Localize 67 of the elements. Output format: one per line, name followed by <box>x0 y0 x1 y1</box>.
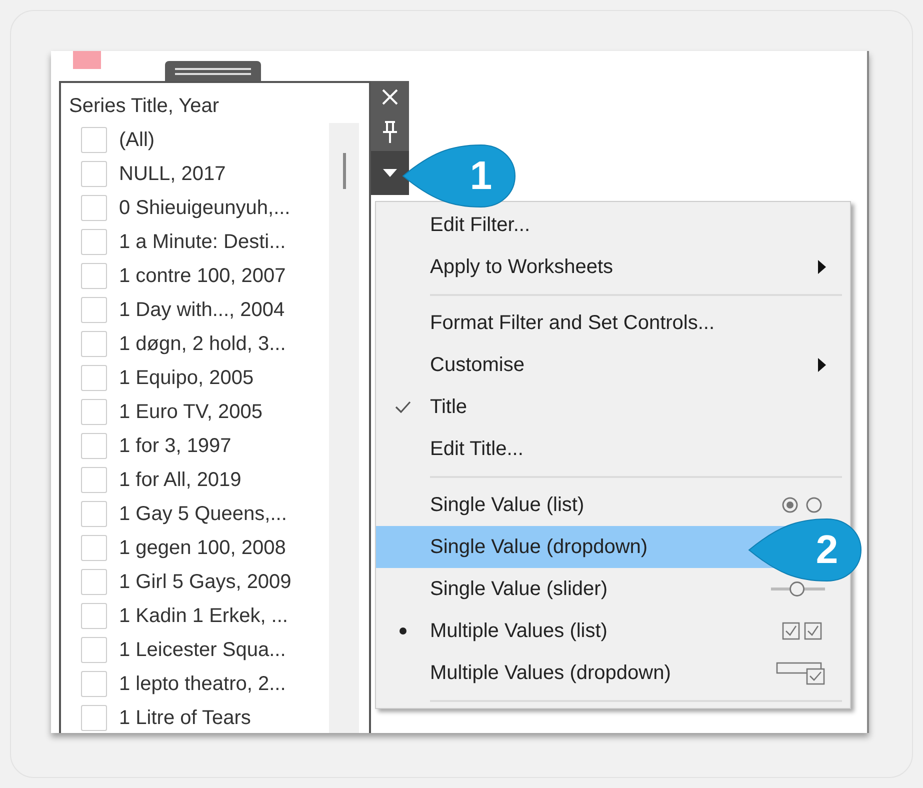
filter-option-label[interactable]: 1 Equipo, 2005 <box>119 363 254 393</box>
filter-option-label[interactable]: 1 lepto theatro, 2... <box>119 669 286 699</box>
filter-option-label[interactable]: 1 Leicester Squa... <box>119 635 286 665</box>
menu-item[interactable]: Edit Title... <box>376 428 850 470</box>
checkbox[interactable] <box>81 535 107 561</box>
checkbox[interactable] <box>81 705 107 731</box>
checkbox[interactable] <box>81 433 107 459</box>
checkbox[interactable] <box>81 501 107 527</box>
close-icon <box>380 87 400 107</box>
submenu-arrow-icon <box>818 260 826 274</box>
checkbox[interactable] <box>81 637 107 663</box>
menu-item-label: Apply to Worksheets <box>430 255 614 280</box>
menu-item-label: Title <box>430 395 468 420</box>
filter-option-label[interactable]: (All) <box>119 125 155 155</box>
checkbox[interactable] <box>81 365 107 391</box>
slider-icon <box>770 580 826 598</box>
menu-item-label: Multiple Values (dropdown) <box>430 661 672 686</box>
filter-option-label[interactable]: 1 for 3, 1997 <box>119 431 232 461</box>
pin-icon <box>381 120 399 144</box>
menu-item[interactable]: Customise <box>376 344 850 386</box>
checkbox[interactable] <box>81 671 107 697</box>
checkbox[interactable] <box>81 161 107 187</box>
menu-item-label: Single Value (dropdown) <box>430 535 649 560</box>
menu-item[interactable]: Apply to Worksheets <box>376 246 850 288</box>
checkbox[interactable] <box>81 127 107 153</box>
checkbox[interactable] <box>81 569 107 595</box>
checkbox[interactable] <box>81 229 107 255</box>
step-number-tooltip: 2 <box>747 517 863 583</box>
dropdown-checkbox-icon <box>776 661 826 685</box>
filter-option-label[interactable]: 1 for All, 2019 <box>119 465 242 495</box>
filter-option-label[interactable]: 1 Day with..., 2004 <box>119 295 285 325</box>
filter-option-label[interactable]: NULL, 2017 <box>119 159 226 189</box>
menu-item-label: Customise <box>430 353 526 378</box>
menu-item-label: Edit Filter... <box>430 213 532 238</box>
filter-option-label[interactable]: 1 Gay 5 Queens,... <box>119 499 287 529</box>
menu-item-label: Multiple Values (list) <box>430 619 608 644</box>
menu-item[interactable]: Format Filter and Set Controls... <box>376 302 850 344</box>
filter-option-label[interactable]: 1 Litre of Tears <box>119 703 251 733</box>
checkbox[interactable] <box>81 297 107 323</box>
filter-option-label[interactable]: 1 gegen 100, 2008 <box>119 533 286 563</box>
menu-item-label: Single Value (slider) <box>430 577 608 602</box>
checkbox[interactable] <box>81 263 107 289</box>
checkbox[interactable] <box>81 399 107 425</box>
menu-item[interactable]: Multiple Values (dropdown) <box>376 652 850 694</box>
checkbox[interactable] <box>81 467 107 493</box>
filter-option-label[interactable]: 0 Shieuigeunyuh,... <box>119 193 290 223</box>
filter-option-label[interactable]: 1 a Minute: Desti... <box>119 227 286 257</box>
filter-title: Series Title, Year <box>68 94 220 119</box>
menu-item[interactable]: Title <box>376 386 850 428</box>
caret-icon <box>383 169 397 177</box>
checkbox[interactable] <box>81 331 107 357</box>
filter-option-label[interactable]: 1 døgn, 2 hold, 3... <box>119 329 286 359</box>
menu-item-label: Format Filter and Set Controls... <box>430 311 716 336</box>
menu-item-label: Edit Title... <box>430 437 524 462</box>
filter-option-label[interactable]: 1 Euro TV, 2005 <box>119 397 262 427</box>
step-number-tooltip: 1 <box>401 143 517 209</box>
dropdown-button[interactable] <box>371 151 409 195</box>
tab-marker <box>73 51 101 69</box>
submenu-arrow-icon <box>818 358 826 372</box>
filter-option-label[interactable]: 1 contre 100, 2007 <box>119 261 286 291</box>
filter-option-label[interactable]: 1 Girl 5 Gays, 2009 <box>119 567 292 597</box>
scrollbar-thumb[interactable] <box>343 153 346 189</box>
menu-item-label: Single Value (list) <box>430 493 586 518</box>
checkbox[interactable] <box>81 195 107 221</box>
filter-option-label[interactable]: 1 Kadin 1 Erkek, ... <box>119 601 288 631</box>
checkbox[interactable] <box>81 603 107 629</box>
menu-item[interactable]: Multiple Values (list) <box>376 610 850 652</box>
